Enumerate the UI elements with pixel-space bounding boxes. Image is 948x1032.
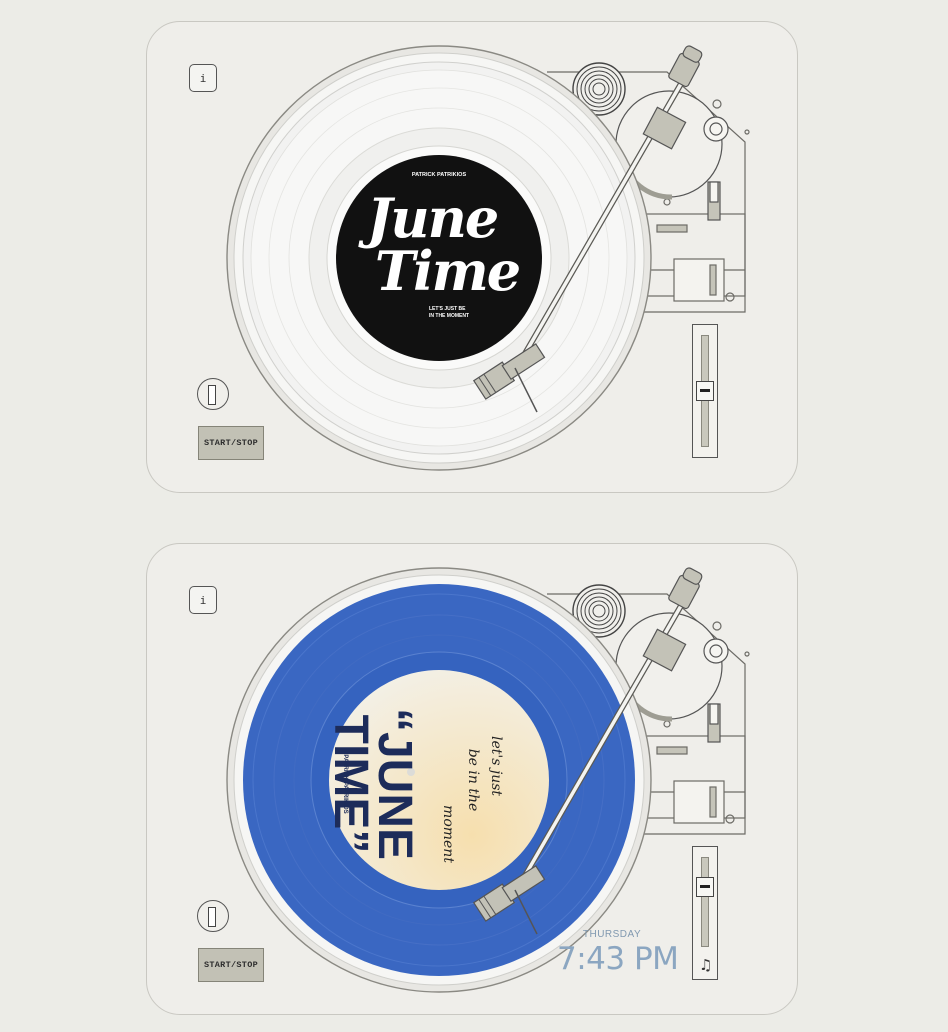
label-script-line1: let's just [488,736,504,796]
label-tagline-line1: LET'S JUST BE [429,306,466,312]
power-knob[interactable] [197,900,229,932]
info-button[interactable]: i [189,64,217,92]
blue-vinyl-record[interactable] [243,584,635,976]
music-note-icon[interactable]: ♫ [699,958,712,973]
power-knob[interactable] [197,378,229,410]
clock-day: THURSDAY [582,929,642,940]
clock-display: THURSDAY 7:43 PM [557,929,679,977]
pitch-slider[interactable]: ♫ [692,846,718,980]
label-artist: PATRICK PATRIKIOS [342,754,348,813]
pitch-slider[interactable] [692,324,718,458]
pitch-track [701,857,709,947]
label-script-line3: moment [440,805,456,863]
start-stop-button[interactable]: START/STOP [198,948,264,982]
label-title-line2: TIME” [324,715,377,854]
turntable-deck-2: “JUNE TIME” PATRICK PATRIKIOS let's just… [146,543,798,1015]
start-stop-button[interactable]: START/STOP [198,426,264,460]
label-title-line2: Time [375,239,520,303]
label-artist: PATRICK PATRIKIOS [412,172,467,178]
pitch-slider-thumb[interactable] [696,876,714,897]
label-script-line2: be in the [465,749,481,812]
info-button[interactable]: i [189,586,217,614]
turntable-deck-1: PATRICK PATRIKIOS June Time LET'S JUST B… [146,21,798,493]
clock-time: 7:43 PM [557,941,679,977]
record-label: PATRICK PATRIKIOS June Time LET'S JUST B… [358,172,522,319]
pitch-slider-thumb[interactable] [696,381,714,401]
label-tagline-line2: IN THE MOMENT [429,313,469,319]
